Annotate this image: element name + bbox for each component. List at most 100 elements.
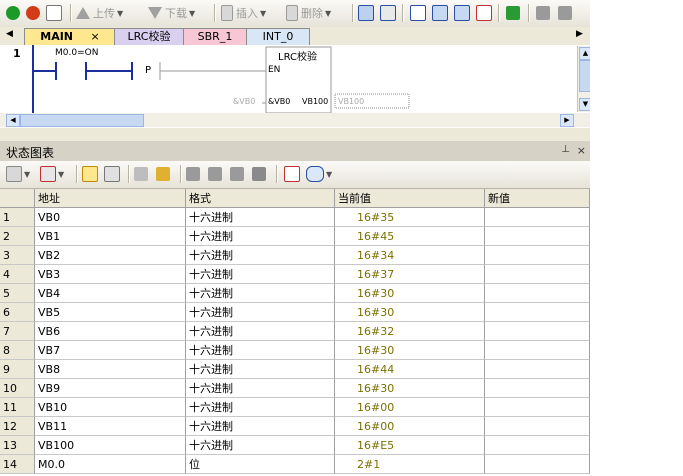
current-value-cell[interactable]: 16#35 [335,208,485,227]
table-row[interactable]: 1 VB0 十六进制 16#35 [0,208,590,227]
new-value-cell[interactable] [485,341,590,360]
format-cell[interactable]: 十六进制 [186,379,335,398]
current-value-cell[interactable]: 16#44 [335,360,485,379]
address-cell[interactable]: VB1 [35,227,186,246]
table-row[interactable]: 6 VB5 十六进制 16#30 [0,303,590,322]
undo-button[interactable] [432,4,448,22]
address-cell[interactable]: VB9 [35,379,186,398]
tab-main[interactable]: MAIN × [24,28,116,45]
chart-status-button[interactable] [82,165,98,183]
address-cell[interactable]: VB2 [35,246,186,265]
address-cell[interactable]: VB8 [35,360,186,379]
address-cell[interactable]: VB10 [35,398,186,417]
tab-lrc[interactable]: LRC校验 [114,28,184,45]
address-cell[interactable]: VB4 [35,284,186,303]
format-cell[interactable]: 十六进制 [186,246,335,265]
compile-button[interactable] [46,4,62,22]
run-button[interactable] [6,4,20,22]
new-value-cell[interactable] [485,360,590,379]
table-row[interactable]: 3 VB2 十六进制 16#34 [0,246,590,265]
scroll-right-button[interactable]: ▶ [560,114,574,127]
current-value-cell[interactable]: 16#30 [335,341,485,360]
table-row[interactable]: 14 M0.0 位 2#1 [0,455,590,474]
ladder-vertical-scrollbar[interactable]: ▲ ▼ [577,46,592,112]
new-value-cell[interactable] [485,246,590,265]
pause-status-button[interactable] [380,4,396,22]
tab-scroll-right-icon[interactable]: ▶ [576,29,583,39]
format-cell[interactable]: 十六进制 [186,322,335,341]
scroll-thumb[interactable] [20,114,144,127]
redo-button[interactable] [454,4,470,22]
table-row[interactable]: 12 VB11 十六进制 16#00 [0,417,590,436]
options-button[interactable]: ▼ [306,165,332,183]
current-value-cell[interactable]: 16#37 [335,265,485,284]
current-value-cell[interactable]: 16#30 [335,303,485,322]
table-row[interactable]: 8 VB7 十六进制 16#30 [0,341,590,360]
format-cell[interactable]: 十六进制 [186,265,335,284]
format-cell[interactable]: 十六进制 [186,417,335,436]
current-value-cell[interactable]: 16#45 [335,227,485,246]
format-cell[interactable]: 十六进制 [186,360,335,379]
format-cell[interactable]: 十六进制 [186,208,335,227]
current-value-cell[interactable]: 16#30 [335,379,485,398]
insert-button[interactable]: 插入 ▼ [221,4,266,22]
tab-sbr1[interactable]: SBR_1 [183,28,247,45]
trend-view-button[interactable] [284,165,300,183]
ladder-editor[interactable]: 1 M0.0=ON P LRC校验 EN &VB0 &VB0 VB100 VB1… [0,45,590,114]
network-button[interactable] [410,4,426,22]
force-button[interactable] [186,165,200,183]
table-row[interactable]: 2 VB1 十六进制 16#45 [0,227,590,246]
ladder-horizontal-scrollbar[interactable]: ◀ ▶ [0,113,590,128]
format-cell[interactable]: 十六进制 [186,284,335,303]
table-row[interactable]: 13 VB100 十六进制 16#E5 [0,436,590,455]
write-button[interactable] [156,165,170,183]
program-status-button[interactable] [358,4,374,22]
address-cell[interactable]: VB11 [35,417,186,436]
column-header[interactable] [0,189,35,208]
stop-button[interactable] [26,4,40,22]
table-row[interactable]: 4 VB3 十六进制 16#37 [0,265,590,284]
delete-button[interactable]: 删除 ▼ [286,4,331,22]
column-header[interactable]: 当前值 [335,189,485,208]
go-button[interactable] [506,4,520,22]
table-row[interactable]: 5 VB4 十六进制 16#30 [0,284,590,303]
address-cell[interactable]: VB100 [35,436,186,455]
current-value-cell[interactable]: 16#34 [335,246,485,265]
clear-button[interactable] [476,4,492,22]
new-value-cell[interactable] [485,265,590,284]
new-value-cell[interactable] [485,303,590,322]
current-value-cell[interactable]: 16#E5 [335,436,485,455]
current-value-cell[interactable]: 16#32 [335,322,485,341]
new-value-cell[interactable] [485,227,590,246]
close-icon[interactable]: × [577,144,586,157]
address-cell[interactable]: VB7 [35,341,186,360]
unforce-all-button[interactable] [230,165,244,183]
single-read-button[interactable] [134,165,148,183]
table-row[interactable]: 7 VB6 十六进制 16#32 [0,322,590,341]
format-cell[interactable]: 位 [186,455,335,474]
current-value-cell[interactable]: 16#30 [335,284,485,303]
unforce-button[interactable] [208,165,222,183]
address-cell[interactable]: M0.0 [35,455,186,474]
read-forced-button[interactable] [252,165,266,183]
format-cell[interactable]: 十六进制 [186,341,335,360]
new-value-cell[interactable] [485,417,590,436]
table-row[interactable]: 10 VB9 十六进制 16#30 [0,379,590,398]
current-value-cell[interactable]: 2#1 [335,455,485,474]
format-cell[interactable]: 十六进制 [186,398,335,417]
pin-icon[interactable]: ⊥ [561,144,570,155]
add-row-button[interactable]: ▼ [6,165,30,183]
lock-button[interactable] [536,4,550,22]
close-icon[interactable]: × [91,30,100,43]
column-header[interactable]: 格式 [186,189,335,208]
delete-row-button[interactable]: ▼ [40,165,64,183]
pause-chart-button[interactable] [104,165,120,183]
new-value-cell[interactable] [485,379,590,398]
address-cell[interactable]: VB5 [35,303,186,322]
address-cell[interactable]: VB3 [35,265,186,284]
new-value-cell[interactable] [485,436,590,455]
format-cell[interactable]: 十六进制 [186,227,335,246]
address-cell[interactable]: VB6 [35,322,186,341]
new-value-cell[interactable] [485,322,590,341]
new-value-cell[interactable] [485,398,590,417]
